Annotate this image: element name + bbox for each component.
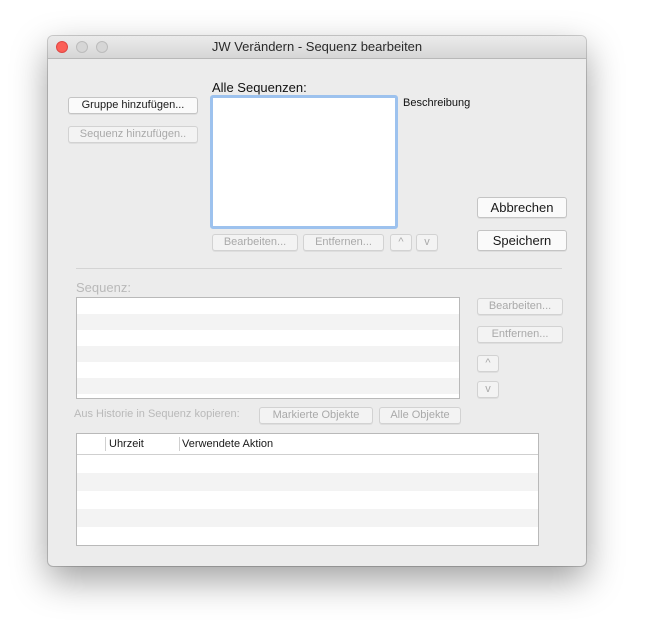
move-down-button[interactable]: v	[416, 234, 438, 251]
list-item[interactable]	[77, 330, 459, 346]
column-header-action[interactable]: Verwendete Aktion	[182, 434, 273, 454]
list-item[interactable]	[77, 378, 459, 394]
column-header-time[interactable]: Uhrzeit	[109, 434, 144, 454]
table-row[interactable]	[77, 527, 538, 545]
sequence-remove-button[interactable]: Entfernen...	[477, 326, 563, 343]
column-divider[interactable]	[105, 437, 106, 451]
move-up-button[interactable]: ^	[390, 234, 412, 251]
history-table[interactable]: Uhrzeit Verwendete Aktion	[76, 433, 539, 546]
add-group-button[interactable]: Gruppe hinzufügen...	[68, 97, 198, 114]
copy-marked-objects-button[interactable]: Markierte Objekte	[259, 407, 373, 424]
history-table-header: Uhrzeit Verwendete Aktion	[77, 434, 538, 455]
sequence-label: Sequenz:	[76, 280, 131, 295]
title-bar[interactable]: JW Verändern - Sequenz bearbeiten	[48, 36, 586, 59]
remove-sequence-button[interactable]: Entfernen...	[303, 234, 384, 251]
table-row[interactable]	[77, 491, 538, 509]
sequence-edit-button[interactable]: Bearbeiten...	[477, 298, 563, 315]
list-item[interactable]	[77, 314, 459, 330]
save-button[interactable]: Speichern	[477, 230, 567, 251]
all-sequences-list[interactable]	[210, 95, 398, 229]
table-row[interactable]	[77, 473, 538, 491]
section-divider	[76, 268, 562, 269]
sequence-down-button[interactable]: v	[477, 381, 499, 398]
sequence-list[interactable]	[76, 297, 460, 399]
sequence-up-button[interactable]: ^	[477, 355, 499, 372]
copy-all-objects-button[interactable]: Alle Objekte	[379, 407, 461, 424]
column-divider[interactable]	[179, 437, 180, 451]
copy-from-history-label: Aus Historie in Sequenz kopieren:	[74, 408, 240, 420]
edit-sequence-button[interactable]: Bearbeiten...	[212, 234, 298, 251]
window-title: JW Verändern - Sequenz bearbeiten	[211, 39, 423, 54]
list-item[interactable]	[77, 298, 459, 314]
cancel-button[interactable]: Abbrechen	[477, 197, 567, 218]
table-row[interactable]	[77, 509, 538, 527]
table-row[interactable]	[77, 455, 538, 473]
list-item[interactable]	[77, 362, 459, 378]
edit-sequence-dialog: JW Verändern - Sequenz bearbeiten Gruppe…	[48, 36, 586, 566]
add-sequence-button[interactable]: Sequenz hinzufügen..	[68, 126, 198, 143]
list-item[interactable]	[77, 346, 459, 362]
all-sequences-label: Alle Sequenzen:	[212, 80, 307, 95]
description-label: Beschreibung	[403, 97, 471, 109]
